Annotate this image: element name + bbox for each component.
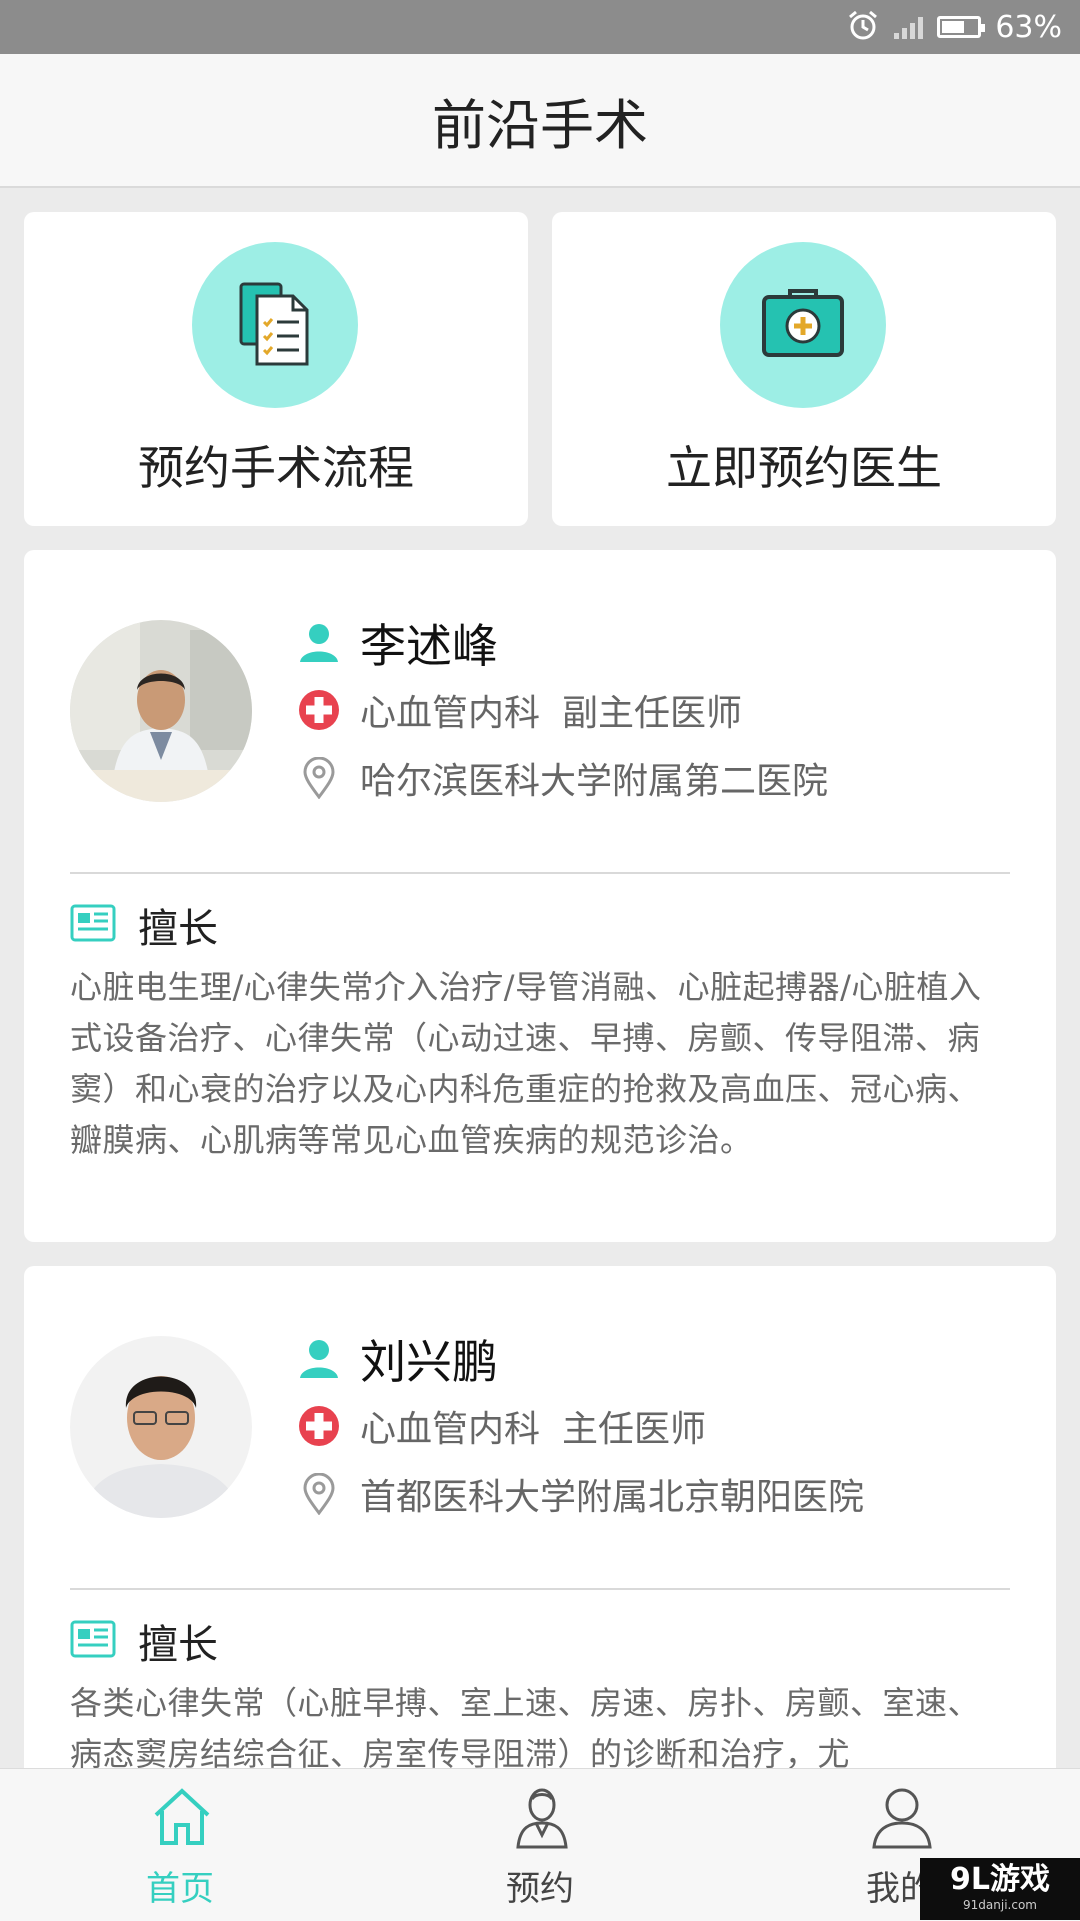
doctor-name-row: 李述峰	[298, 610, 498, 676]
doctor-department-row: 心血管内科 主任医师	[298, 1400, 706, 1452]
doctor-hospital: 首都医科大学附属北京朝阳医院	[360, 1477, 865, 1518]
location-pin-icon	[298, 757, 340, 799]
red-cross-icon	[298, 1405, 340, 1447]
newspaper-icon	[70, 1620, 116, 1662]
specialty-header: 擅长	[70, 896, 218, 954]
divider	[70, 872, 1010, 874]
watermark-text: 9L游戏	[950, 1862, 1050, 1897]
doctor-title: 副主任医师	[562, 693, 743, 734]
doctor-card[interactable]: 李述峰 心血管内科 副主任医师 哈尔滨医科大学附属第二医院 擅长 心脏电生理/心…	[24, 550, 1056, 1242]
battery-percent: 63%	[995, 9, 1062, 45]
medical-kit-icon	[720, 242, 886, 408]
status-bar: 63%	[0, 0, 1080, 54]
red-cross-icon	[298, 689, 340, 731]
signal-icon	[894, 15, 924, 39]
doctor-hospital-row: 哈尔滨医科大学附属第二医院	[298, 752, 828, 804]
surgery-process-card[interactable]: 预约手术流程	[24, 212, 528, 526]
doctor-title: 主任医师	[562, 1409, 707, 1450]
watermark-logo: 9L游戏 91danji.com	[920, 1858, 1080, 1920]
doctor-avatar	[70, 620, 252, 802]
specialty-text: 各类心律失常（心脏早搏、室上速、房速、房扑、房颤、室速、病态窦房结综合征、房室传…	[70, 1684, 981, 1773]
doctor-department: 心血管内科	[360, 693, 541, 734]
specialty-header: 擅长	[70, 1612, 218, 1670]
status-icons: 63%	[846, 8, 1062, 46]
book-doctor-card[interactable]: 立即预约医生	[552, 212, 1056, 526]
book-doctor-label: 立即预约医生	[666, 441, 942, 495]
doctor-hospital: 哈尔滨医科大学附属第二医院	[360, 761, 829, 802]
doctor-name: 李述峰	[360, 619, 498, 673]
user-icon	[870, 1785, 934, 1849]
doctor-department-row: 心血管内科 副主任医师	[298, 684, 742, 736]
battery-level	[942, 21, 964, 33]
doctor-department: 心血管内科	[360, 1409, 541, 1450]
specialty-text: 心脏电生理/心律失常介入治疗/导管消融、心脏起搏器/心脏植入式设备治疗、心律失常…	[70, 968, 982, 1159]
divider	[70, 1588, 1010, 1590]
specialty-label: 擅长	[138, 1622, 218, 1668]
doctor-icon	[510, 1785, 574, 1849]
checklist-document-icon	[192, 242, 358, 408]
watermark-url: 91danji.com	[963, 1898, 1037, 1912]
title-bar: 前沿手术	[0, 54, 1080, 188]
nav-appointment-label: 预约	[506, 1869, 574, 1909]
nav-appointment[interactable]: 预约	[440, 1769, 640, 1921]
doctor-card[interactable]: 刘兴鹏 心血管内科 主任医师 首都医科大学附属北京朝阳医院 擅长 各类心律失常（…	[24, 1266, 1056, 1786]
doctor-name-row: 刘兴鹏	[298, 1326, 498, 1392]
surgery-process-label: 预约手术流程	[138, 441, 414, 495]
location-pin-icon	[298, 1473, 340, 1515]
doctor-hospital-row: 首都医科大学附属北京朝阳医院	[298, 1468, 864, 1520]
nav-home[interactable]: 首页	[80, 1769, 280, 1921]
newspaper-icon	[70, 904, 116, 946]
doctor-name: 刘兴鹏	[360, 1335, 498, 1389]
battery-icon	[937, 16, 986, 38]
bottom-navigation: 首页 预约 我的	[0, 1768, 1080, 1921]
alarm-icon	[846, 8, 880, 46]
home-icon	[150, 1785, 214, 1849]
person-icon	[298, 1338, 340, 1380]
person-icon	[298, 622, 340, 664]
specialty-label: 擅长	[138, 906, 218, 952]
nav-home-label: 首页	[146, 1869, 214, 1909]
page-title: 前沿手术	[432, 93, 648, 157]
doctor-avatar	[70, 1336, 252, 1518]
